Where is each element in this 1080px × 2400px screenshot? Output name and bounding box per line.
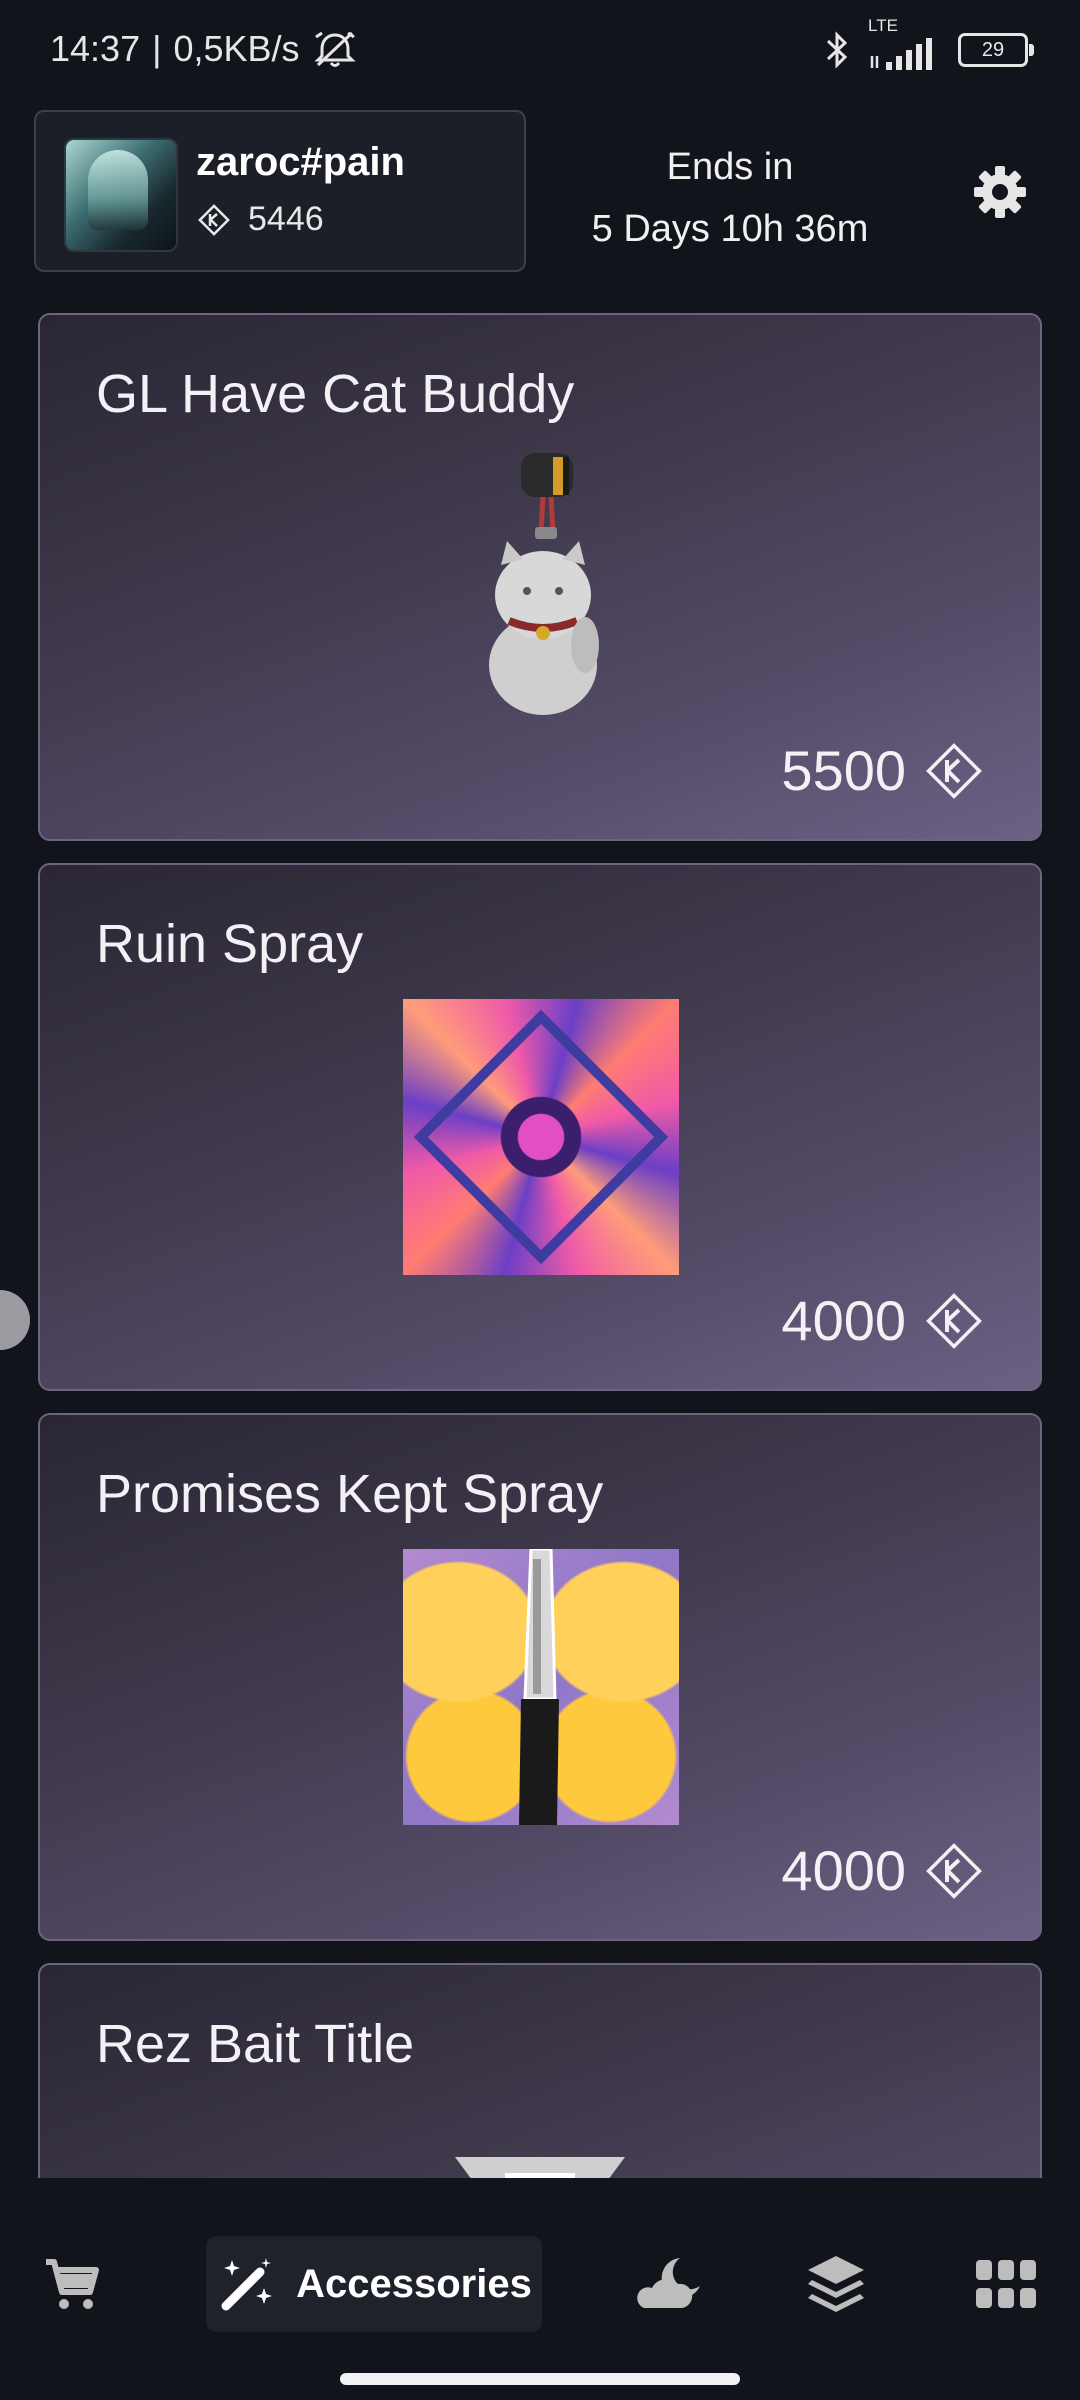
kingdom-credits-icon — [926, 1292, 982, 1349]
bottom-nav: Accessories — [0, 2178, 1080, 2400]
item-title: Promises Kept Spray — [96, 1464, 604, 1524]
item-title: Ruin Spray — [96, 914, 364, 974]
layers-icon — [808, 2256, 864, 2312]
network-label: LTE — [868, 16, 898, 35]
price-value: 4000 — [781, 1289, 906, 1352]
signal-icon: LTE — [868, 16, 940, 70]
nav-more[interactable] — [966, 2236, 1046, 2332]
points-value: 5446 — [248, 200, 324, 238]
price-value: 5500 — [781, 739, 906, 802]
username: zaroc#pain — [196, 140, 405, 184]
nav-bundles[interactable] — [796, 2236, 876, 2332]
bluetooth-icon — [826, 31, 848, 69]
battery-icon: 29 — [958, 33, 1034, 67]
battery-level: 29 — [981, 39, 1005, 61]
ruin-spray-pattern — [413, 1009, 669, 1265]
status-time: 14:37 — [50, 28, 141, 69]
cat-buddy-image — [489, 453, 599, 715]
kingdom-credits-icon — [926, 742, 982, 799]
item-price: 4000 — [781, 1838, 986, 1903]
status-bar: 14:37 | 0,5KB/s LTE 29 — [0, 0, 1080, 100]
promises-kept-spray-image — [403, 1549, 679, 1825]
night-market-icon — [637, 2258, 700, 2308]
store-item-promises-kept-spray[interactable]: Promises Kept Spray 4000 — [38, 1413, 1042, 1941]
alarm-off-icon — [313, 31, 356, 67]
ruin-spray-image — [403, 999, 679, 1275]
points-balance: 5446 — [196, 200, 324, 239]
item-title: Rez Bait Title — [96, 2014, 415, 2074]
magic-wand-icon — [221, 2258, 273, 2311]
nav-night-market[interactable] — [630, 2236, 710, 2332]
ends-label: Ends in — [666, 146, 794, 188]
store-item-cat-buddy[interactable]: GL Have Cat Buddy 5500 — [38, 313, 1042, 841]
ends-in: Ends in 5 Days 10h 36m — [560, 136, 900, 260]
item-title: GL Have Cat Buddy — [96, 364, 575, 424]
cart-icon — [46, 2259, 99, 2309]
item-price: 4000 — [781, 1288, 986, 1353]
store-item-ruin-spray[interactable]: Ruin Spray 4000 — [38, 863, 1042, 1391]
home-indicator[interactable] — [340, 2373, 740, 2385]
status-speed: 0,5KB/s — [173, 28, 300, 69]
knife-art — [519, 1549, 559, 1825]
kingdom-credits-icon — [198, 203, 230, 236]
nav-accessories-label: Accessories — [296, 2261, 532, 2306]
status-separator: | — [152, 28, 162, 69]
status-right: LTE 29 — [824, 16, 1034, 70]
ends-value: 5 Days 10h 36m — [591, 208, 869, 250]
nav-accessories[interactable]: Accessories — [206, 2236, 542, 2332]
grid-icon — [976, 2260, 1036, 2308]
kingdom-credits-icon — [926, 1842, 982, 1899]
item-price: 5500 — [781, 738, 986, 803]
store-item-rez-bait-title[interactable]: Rez Bait Title — [38, 1963, 1042, 2178]
status-left: 14:37 | 0,5KB/s — [50, 28, 358, 70]
title-banner-image — [455, 2157, 625, 2178]
nav-store[interactable] — [32, 2236, 112, 2332]
store-list[interactable]: GL Have Cat Buddy 5500 Ruin Spray 4000 P… — [0, 310, 1080, 2178]
gear-icon[interactable] — [970, 162, 1030, 222]
screen: 14:37 | 0,5KB/s LTE 29 zaroc#pain 5446 E… — [0, 0, 1080, 2400]
avatar — [64, 138, 178, 252]
price-value: 4000 — [781, 1839, 906, 1902]
profile-card[interactable]: zaroc#pain 5446 — [34, 110, 526, 272]
